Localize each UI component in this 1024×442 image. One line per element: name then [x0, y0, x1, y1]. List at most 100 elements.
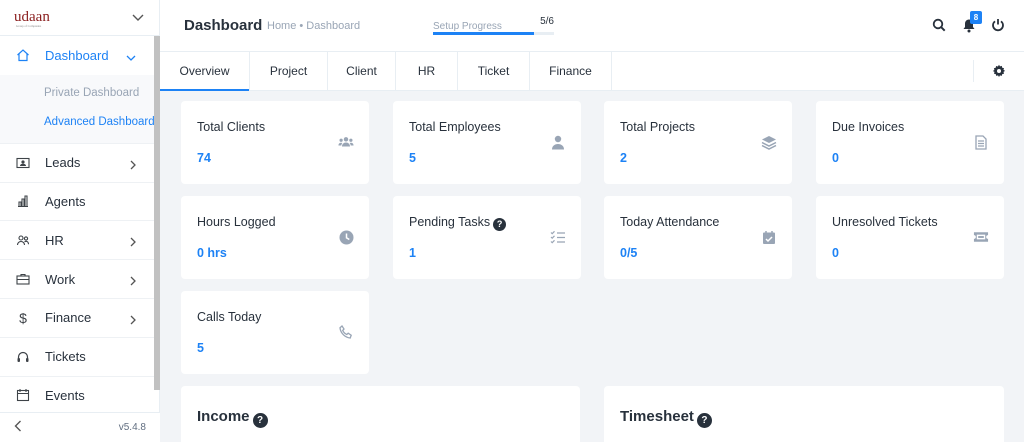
section-title: Income?	[197, 408, 268, 428]
sidebar-item-label: Work	[45, 271, 76, 287]
card-value[interactable]: 74	[197, 151, 211, 165]
brand: udaan Group of Companies	[0, 0, 159, 36]
sidebar-item-label: Finance	[45, 310, 92, 326]
setup-progress[interactable]: Setup Progress 5/6	[433, 16, 554, 35]
chevron-right-icon	[130, 274, 140, 286]
sidebar-item-tickets[interactable]: Tickets	[0, 338, 154, 377]
user-icon	[550, 134, 566, 150]
sidebar: udaan Group of Companies Dashboard Priva…	[0, 0, 160, 442]
stat-card-calls-today[interactable]: Calls Today 5	[181, 291, 369, 374]
sidebar-subitem-advanced-dashboard[interactable]: Advanced Dashboard	[0, 108, 155, 137]
file-invoice-icon	[973, 134, 989, 150]
briefcase-icon	[16, 272, 30, 286]
timesheet-section: Timesheet?	[604, 386, 1004, 442]
section-title: Timesheet?	[620, 408, 712, 428]
help-icon[interactable]: ?	[493, 217, 507, 231]
company-logo[interactable]: udaan Group of Companies	[14, 9, 50, 28]
sidebar-subitem-private-dashboard[interactable]: Private Dashboard	[0, 79, 154, 108]
card-title: Due Invoices	[832, 120, 905, 134]
sidebar-item-label: Leads	[45, 155, 81, 171]
card-value[interactable]: 0	[832, 151, 839, 165]
card-title: Unresolved Tickets	[832, 215, 938, 229]
chevron-right-icon	[130, 158, 140, 170]
card-title: Pending Tasks?	[409, 215, 507, 231]
logo-text: udaan	[14, 9, 50, 25]
setup-progress-track	[433, 32, 554, 35]
top-header: Dashboard Home • Dashboard Setup Progres…	[160, 0, 1024, 52]
income-section: Income?	[181, 386, 580, 442]
tab-hr[interactable]: HR	[396, 52, 458, 90]
card-value[interactable]: 2	[620, 151, 627, 165]
tab-project[interactable]: Project	[250, 52, 328, 90]
tab-ticket[interactable]: Ticket	[458, 52, 530, 90]
stat-card-pending-tasks[interactable]: Pending Tasks? 1	[393, 196, 581, 279]
card-title: Total Projects	[620, 120, 696, 134]
setup-progress-fill	[433, 32, 534, 35]
tab-finance[interactable]: Finance	[530, 52, 612, 90]
sidebar-item-label: Tickets	[45, 349, 86, 365]
chevron-down-icon[interactable]	[131, 11, 145, 25]
card-title: Today Attendance	[620, 215, 720, 229]
setup-progress-count: 5/6	[540, 16, 554, 27]
sidebar-item-label: Events	[45, 387, 85, 403]
stat-card-total-projects[interactable]: Total Projects 2	[604, 101, 792, 184]
section-title-text: Income	[197, 408, 250, 425]
stat-card-total-clients[interactable]: Total Clients 74	[181, 101, 369, 184]
calendar-check-icon	[761, 229, 777, 245]
search-icon[interactable]	[931, 17, 947, 33]
help-icon[interactable]: ?	[252, 413, 268, 428]
breadcrumb[interactable]: Home • Dashboard	[267, 20, 360, 32]
clock-icon	[338, 229, 354, 245]
card-value[interactable]: 5	[409, 151, 416, 165]
card-value[interactable]: 0	[832, 246, 839, 260]
sidebar-item-events[interactable]: Events	[0, 377, 154, 416]
card-title: Calls Today	[197, 310, 262, 324]
card-value[interactable]: 1	[409, 246, 416, 260]
card-title-text: Pending Tasks	[409, 215, 491, 229]
tab-client[interactable]: Client	[328, 52, 396, 90]
stat-card-unresolved-tickets[interactable]: Unresolved Tickets 0	[816, 196, 1004, 279]
stat-card-total-employees[interactable]: Total Employees 5	[393, 101, 581, 184]
sidebar-item-label: Agents	[45, 193, 86, 209]
people-icon	[16, 233, 30, 247]
sidebar-item-agents[interactable]: Agents	[0, 183, 154, 222]
gear-icon[interactable]	[992, 64, 1006, 78]
chevron-down-icon	[126, 50, 136, 62]
tasks-icon	[550, 229, 566, 245]
help-icon[interactable]: ?	[696, 413, 712, 428]
tab-overview[interactable]: Overview	[160, 52, 250, 91]
phone-icon	[338, 324, 354, 340]
ticket-icon	[973, 229, 989, 245]
card-value[interactable]: 5	[197, 341, 204, 355]
stat-card-today-attendance[interactable]: Today Attendance 0/5	[604, 196, 792, 279]
collapse-sidebar-icon[interactable]	[14, 419, 22, 437]
power-icon[interactable]	[990, 17, 1006, 33]
sidebar-item-label: HR	[45, 232, 64, 248]
sidebar-footer: v5.4.8	[0, 412, 160, 442]
card-title: Total Clients	[197, 120, 266, 134]
dashboard-tabs: Overview Project Client HR Ticket Financ…	[160, 52, 1024, 91]
sidebar-item-label: Dashboard	[45, 47, 109, 63]
sidebar-item-work[interactable]: Work	[0, 260, 154, 299]
setup-progress-label: Setup Progress	[433, 21, 502, 32]
sidebar-item-finance[interactable]: $ Finance	[0, 299, 154, 338]
card-value[interactable]: 0 hrs	[197, 246, 227, 260]
layers-icon	[761, 134, 777, 150]
page-title: Dashboard	[184, 17, 263, 34]
app-version: v5.4.8	[118, 422, 146, 433]
card-value[interactable]: 0/5	[620, 246, 637, 260]
headset-icon	[16, 350, 30, 364]
home-icon	[16, 48, 30, 62]
sidebar-nav: Dashboard Private Dashboard Advanced Das…	[0, 36, 155, 416]
sidebar-item-dashboard[interactable]: Dashboard	[0, 36, 154, 75]
section-title-text: Timesheet	[620, 408, 694, 425]
tabs-divider	[973, 60, 974, 82]
sidebar-item-hr[interactable]: HR	[0, 221, 154, 261]
stat-card-due-invoices[interactable]: Due Invoices 0	[816, 101, 1004, 184]
chevron-right-icon	[130, 313, 140, 325]
notification-badge: 8	[970, 11, 982, 24]
sidebar-item-leads[interactable]: Leads	[0, 144, 154, 183]
contact-card-icon	[16, 156, 30, 170]
stat-card-hours-logged[interactable]: Hours Logged 0 hrs	[181, 196, 369, 279]
calendar-icon	[16, 388, 30, 402]
